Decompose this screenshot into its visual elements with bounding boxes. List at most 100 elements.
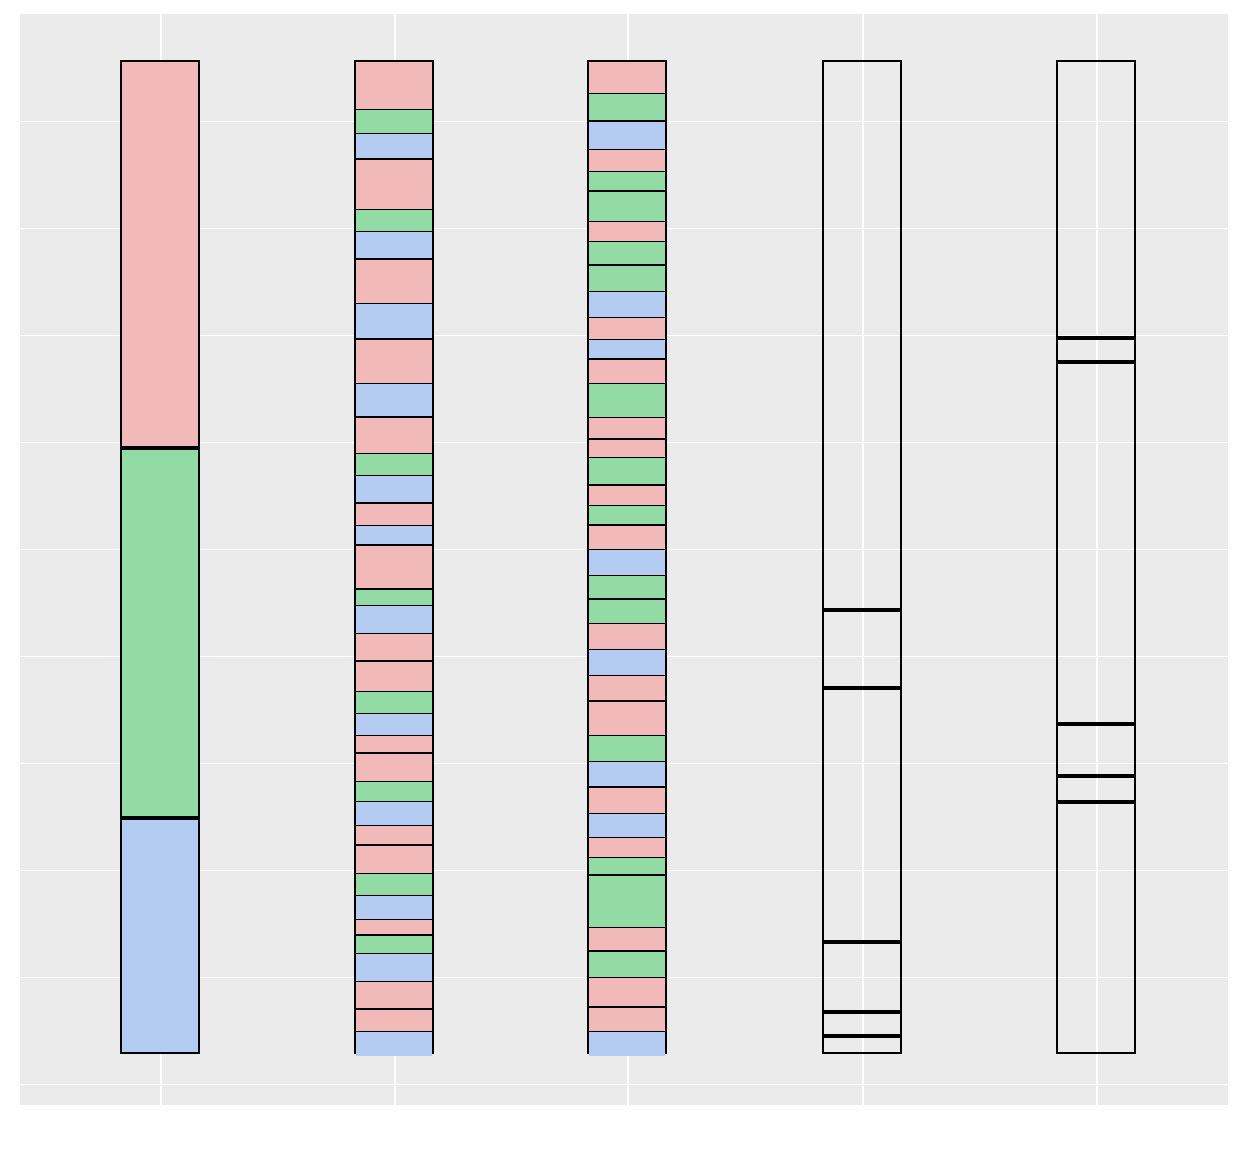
stratum-departure.date-2014-01-18[interactable] [587, 950, 667, 1008]
stratum-departure.date-2014-01-17[interactable] [587, 874, 667, 952]
stratum-segment [589, 458, 665, 486]
stratum-segment [589, 122, 665, 150]
stratum-segment [589, 600, 665, 624]
stratum-segment [589, 814, 665, 838]
stratum-segment [356, 476, 432, 504]
stratum-arrival.hour-22[interactable] [822, 1012, 902, 1036]
stratum-segment [356, 210, 432, 232]
stratum-segment [589, 978, 665, 1008]
stratum-segment [589, 172, 665, 192]
stratum-departure.date-2014-01-12[interactable] [587, 484, 667, 526]
stratum-arrival.date-2014-01-07[interactable] [354, 158, 434, 260]
stratum-departure.date-2014-01-06[interactable] [587, 60, 667, 122]
stratum-segment [356, 590, 432, 606]
stratum-arrival.date-2014-01-10[interactable] [354, 416, 434, 504]
stratum-arrival.hour-23[interactable] [822, 1036, 902, 1054]
stratum-arrival.date-2014-01-11[interactable] [354, 502, 434, 546]
stratum-segment [589, 624, 665, 650]
stratum-departure.date-2014-01-08[interactable] [587, 190, 667, 266]
stratum-segment [356, 110, 432, 134]
stratum-arrival.hour-20[interactable] [822, 688, 902, 942]
stratum-segment [356, 714, 432, 736]
stratum-arrival.date-2014-01-13[interactable] [354, 588, 434, 662]
stratum-segment [356, 504, 432, 526]
stratum-arrival.hour-19[interactable] [822, 610, 902, 688]
stratum-name-osvaldo-hennie[interactable] [120, 818, 200, 1054]
stratum-segment [356, 454, 432, 476]
stratum-segment [356, 260, 432, 304]
stratum-departure.date-2014-01-16[interactable] [587, 786, 667, 876]
stratum-segment [589, 292, 665, 318]
stratum-name-frente-birgitta[interactable] [120, 448, 200, 818]
stratum-segment [356, 546, 432, 590]
stratum-departure.hour-12[interactable] [1056, 724, 1136, 776]
stratum-departure.hour-13[interactable] [1056, 776, 1136, 802]
stratum-segment [589, 650, 665, 676]
stratum-segment [589, 384, 665, 418]
stratum-segment [589, 440, 665, 458]
stratum-segment [356, 846, 432, 874]
stratum-segment [589, 242, 665, 266]
stratum-segment [356, 526, 432, 546]
stratum-segment [589, 928, 665, 952]
alluvial-plot [0, 0, 1248, 1152]
stratum-departure.date-2014-01-19[interactable] [587, 1006, 667, 1056]
stratum-segment [589, 340, 665, 360]
stratum-departure.date-2014-01-09[interactable] [587, 264, 667, 360]
stratum-segment [589, 486, 665, 506]
stratum-departure.date-2014-01-13[interactable] [587, 524, 667, 600]
stratum-segment [356, 896, 432, 920]
stratum-arrival.date-2014-01-17[interactable] [354, 934, 434, 1010]
stratum-segment [589, 150, 665, 172]
stratum-segment [122, 62, 198, 446]
stratum-departure.date-2014-01-11[interactable] [587, 438, 667, 486]
gridline-horizontal [20, 1084, 1228, 1086]
stratum-segment [356, 826, 432, 846]
stratum-departure.date-2014-01-15[interactable] [587, 700, 667, 788]
stratum-departure.date-2014-01-07[interactable] [587, 120, 667, 192]
stratum-segment [589, 1008, 665, 1032]
stratum-segment [589, 1032, 665, 1056]
stratum-segment [589, 838, 665, 858]
stratum-departure.hour-19[interactable] [1056, 60, 1136, 338]
stratum-arrival.date-2014-01-12[interactable] [354, 544, 434, 590]
stratum-arrival.date-2014-01-15[interactable] [354, 752, 434, 846]
stratum-name-dedos-lidelse[interactable] [120, 60, 200, 448]
stratum-departure.hour-7[interactable] [1056, 362, 1136, 724]
stratum-arrival.date-2014-01-14[interactable] [354, 660, 434, 754]
stratum-segment [356, 304, 432, 340]
stratum-segment [356, 134, 432, 160]
stratum-segment [356, 662, 432, 692]
stratum-departure.date-2014-01-14[interactable] [587, 598, 667, 702]
stratum-segment [589, 266, 665, 292]
stratum-segment [356, 802, 432, 826]
stratum-segment [356, 384, 432, 418]
stratum-segment [589, 788, 665, 814]
stratum-segment [589, 736, 665, 762]
stratum-segment [589, 62, 665, 94]
stratum-arrival.date-2014-01-16[interactable] [354, 844, 434, 936]
stratum-arrival.hour-17[interactable] [822, 60, 902, 610]
stratum-segment [589, 360, 665, 384]
stratum-segment [356, 634, 432, 662]
stratum-departure.hour-6[interactable] [1056, 338, 1136, 362]
stratum-segment [356, 340, 432, 384]
stratum-departure.date-2014-01-10[interactable] [587, 358, 667, 440]
stratum-segment [589, 676, 665, 702]
stratum-arrival.date-2014-01-08[interactable] [354, 258, 434, 340]
stratum-segment [589, 762, 665, 788]
stratum-arrival.hour-21[interactable] [822, 942, 902, 1012]
stratum-segment [589, 94, 665, 122]
stratum-segment [356, 160, 432, 210]
stratum-segment [356, 754, 432, 782]
stratum-segment [356, 418, 432, 454]
stratum-departure.hour-18[interactable] [1056, 802, 1136, 1054]
stratum-segment [122, 820, 198, 1052]
stratum-segment [122, 450, 198, 816]
stratum-segment [589, 900, 665, 928]
stratum-segment [589, 550, 665, 576]
stratum-arrival.date-2014-01-06[interactable] [354, 60, 434, 160]
stratum-arrival.date-2014-01-09[interactable] [354, 338, 434, 418]
stratum-arrival.date-2014-01-18[interactable] [354, 1008, 434, 1056]
stratum-segment [589, 702, 665, 736]
